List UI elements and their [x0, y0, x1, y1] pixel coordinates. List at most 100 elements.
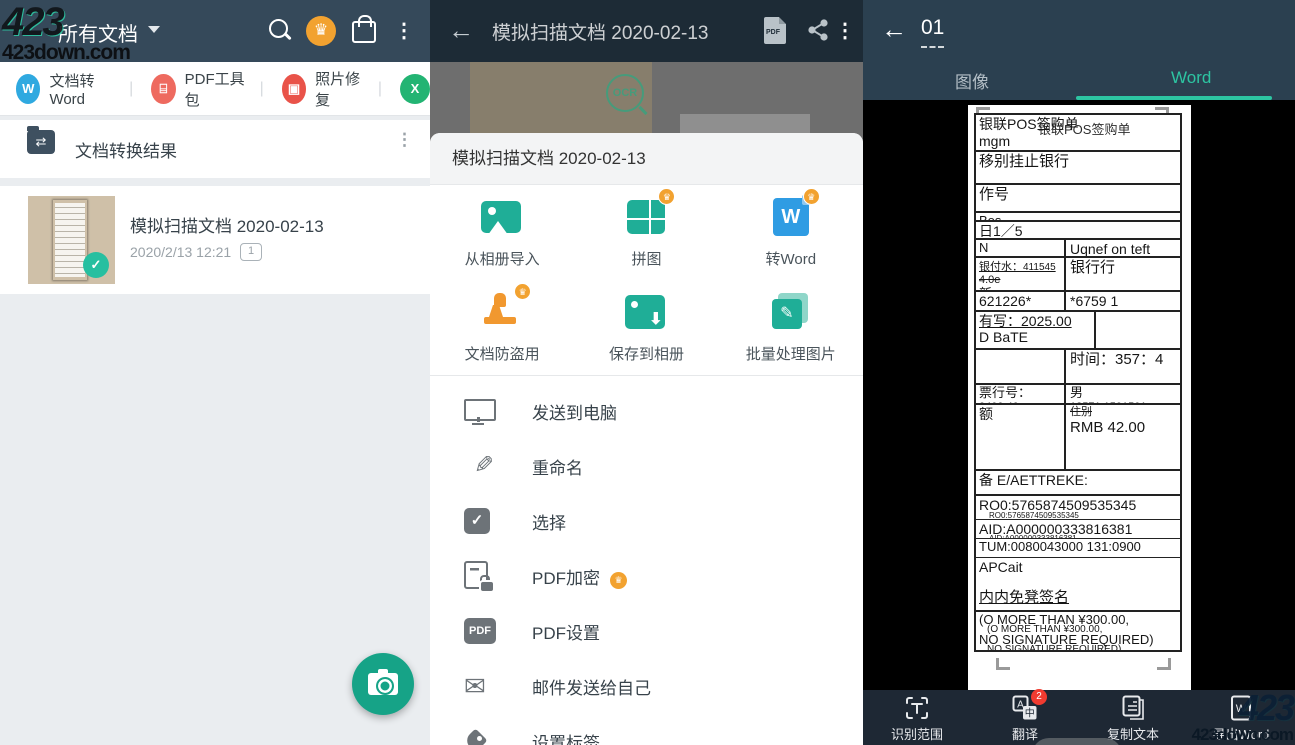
menu-pdf-settings[interactable]: PDF PDF设置	[430, 603, 863, 658]
svg-text:W: W	[1236, 703, 1247, 715]
ocr-bottom-bar: 识别范围 2 A 中 翻译	[863, 690, 1295, 745]
divider: |	[378, 80, 382, 98]
tool-label: 文档转Word	[49, 70, 115, 108]
active-tab-underline	[1076, 96, 1272, 100]
translate-button[interactable]: 2 A 中 翻译	[971, 690, 1079, 745]
tab-image[interactable]: 图像	[955, 68, 989, 93]
panel-ocr-result: ← 01 图像 Word 银联POS签购单 银联POS签购单 mgm 移别挂止银…	[863, 0, 1295, 745]
receipt-row: 备 E/AETTREKE:	[976, 471, 1180, 496]
action-import-from-album[interactable]: 从相册导入	[430, 185, 574, 280]
cloud-synced-icon: ✓	[83, 252, 109, 278]
overflow-menu-button[interactable]: ⋮	[394, 16, 424, 46]
camera-fab-button[interactable]	[352, 653, 414, 715]
divider	[430, 375, 863, 376]
more-vertical-icon[interactable]: ⋮	[835, 16, 851, 46]
tool-pdf-kit[interactable]: ⌸ PDF工具包	[151, 68, 245, 110]
menu-label: 重命名	[532, 454, 583, 479]
folder-icon: ⇄	[27, 130, 55, 154]
document-card[interactable]: ✓ 模拟扫描文档 2020-02-13 2020/2/13 12:21 1	[0, 186, 430, 294]
sheet-title: 模拟扫描文档 2020-02-13	[430, 133, 863, 185]
panel-document-actions: ← 模拟扫描文档 2020-02-13 ⋮ OCR 模拟扫描文档 2020-02…	[430, 0, 863, 745]
folder-row-conversion-results[interactable]: ⇄ 文档转换结果 ⋮	[0, 120, 430, 178]
menu-set-tag[interactable]: 设置标签	[430, 713, 863, 745]
document-thumbnail: ✓	[28, 196, 115, 284]
envelope-icon: ✉	[464, 671, 494, 701]
action-batch-process[interactable]: ✎ 批量处理图片	[719, 280, 863, 375]
receipt-row: N Uqnef on teft	[976, 240, 1180, 258]
crown-badge-icon: ♛	[803, 188, 820, 205]
receipt-row: 有写：2025.00 D BaTE	[976, 312, 1180, 350]
chevron-down-icon[interactable]	[148, 26, 160, 33]
app-root: 所有文档 ♛ ⋮ 423 423down.com W 文档转Word	[0, 0, 1295, 745]
export-word-icon: W	[1228, 695, 1254, 721]
image-icon	[481, 201, 521, 233]
share-icon[interactable]	[806, 18, 830, 42]
receipt-row: 额 住别 RMB 42.00	[976, 405, 1180, 471]
pdf-view-icon[interactable]	[764, 17, 786, 44]
photo-repair-icon: ▣	[282, 74, 306, 104]
copy-text-button[interactable]: 复制文本	[1079, 690, 1187, 745]
back-arrow-icon[interactable]: ←	[448, 17, 474, 43]
back-arrow-icon[interactable]: ←	[881, 16, 907, 42]
document-list-body: ⇄ 文档转换结果 ⋮ ✓ 模拟扫描文档 2020-02-13 2020/2/13…	[0, 117, 430, 745]
divider: |	[129, 80, 133, 98]
action-save-to-album[interactable]: 保存到相册	[574, 280, 718, 375]
store-button[interactable]	[349, 16, 379, 46]
left-header: 所有文档 ♛ ⋮	[0, 0, 430, 62]
excel-circle-icon: X	[400, 74, 430, 104]
action-to-word[interactable]: W ♛ 转Word	[719, 185, 863, 280]
menu-label: PDF加密♛	[532, 564, 627, 589]
receipt-row: (O MORE THAN ¥300.00, (O MORE THAN ¥300.…	[976, 612, 1180, 650]
action-anti-theft[interactable]: ♛ 文档防盗用	[430, 280, 574, 375]
tool-label: PDF工具包	[185, 68, 246, 110]
menu-email-to-self[interactable]: ✉ 邮件发送给自己	[430, 658, 863, 713]
dimmed-document-preview: OCR	[430, 62, 863, 133]
crown-badge-icon: ♛	[610, 572, 627, 589]
recognize-range-button[interactable]: 识别范围	[863, 690, 971, 745]
receipt-row: 时间：357：4	[976, 350, 1180, 385]
receipt-row: 作号	[976, 185, 1180, 213]
export-word-button[interactable]: W 导出Word	[1187, 690, 1295, 745]
bar-label: 导出Word	[1213, 724, 1270, 743]
word-preview-page[interactable]: 银联POS签购单 银联POS签购单 mgm 移别挂止银行 作号 Bos 日1／5…	[968, 105, 1191, 690]
ocr-badge-icon: OCR	[606, 74, 644, 112]
tab-word[interactable]: Word	[1171, 68, 1211, 88]
document-title: 模拟扫描文档 2020-02-13	[492, 18, 708, 45]
premium-button[interactable]: ♛	[306, 16, 336, 46]
corner-mark	[996, 658, 1010, 670]
menu-rename[interactable]: ✎ 重命名	[430, 438, 863, 493]
doc-lock-icon	[464, 561, 488, 589]
document-date: 2020/2/13 12:21	[130, 244, 231, 260]
tool-doc-to-word[interactable]: W 文档转Word	[16, 70, 115, 108]
menu-select[interactable]: ✓ 选择	[430, 493, 863, 548]
pencil-icon: ✎	[464, 451, 494, 481]
ocr-doc-title[interactable]: 01	[921, 16, 944, 48]
copy-text-icon	[1120, 695, 1146, 721]
page-title: 所有文档	[58, 18, 138, 47]
pdf-toolbox-icon: ⌸	[151, 74, 175, 104]
divider: |	[260, 80, 264, 98]
more-vertical-icon: ⋮	[394, 16, 410, 46]
result-tabs: 图像 Word	[863, 62, 1295, 100]
word-circle-icon: W	[16, 74, 40, 104]
bar-label: 识别范围	[891, 724, 943, 743]
receipt-codes-block: RO0:5765874509535345 RO0:576587450953534…	[976, 496, 1180, 582]
menu-pdf-encrypt[interactable]: PDF加密♛	[430, 548, 863, 603]
tool-photo-repair[interactable]: ▣ 照片修复	[282, 68, 364, 110]
action-label: 转Word	[765, 248, 816, 269]
tool-to-excel[interactable]: X	[400, 74, 430, 104]
receipt-row: 银联POS签购单 银联POS签购单 mgm	[976, 115, 1180, 152]
page-count-badge: 1	[240, 243, 262, 261]
action-label: 文档防盗用	[465, 343, 540, 364]
folder-more-button[interactable]: ⋮	[396, 135, 410, 144]
svg-text:中: 中	[1025, 707, 1035, 720]
action-label: 拼图	[631, 248, 661, 269]
menu-send-to-pc[interactable]: 发送到电脑	[430, 383, 863, 438]
shopping-bag-icon	[352, 21, 376, 43]
notification-badge: 2	[1031, 689, 1047, 705]
ocr-receipt-table: 银联POS签购单 银联POS签购单 mgm 移别挂止银行 作号 Bos 日1／5…	[974, 113, 1182, 652]
action-collage[interactable]: ♛ 拼图	[574, 185, 718, 280]
action-bottom-sheet: 模拟扫描文档 2020-02-13 从相册导入 ♛ 拼图 W ♛ 转Word	[430, 133, 863, 745]
search-button[interactable]	[265, 16, 295, 46]
recognize-range-icon	[904, 695, 930, 721]
